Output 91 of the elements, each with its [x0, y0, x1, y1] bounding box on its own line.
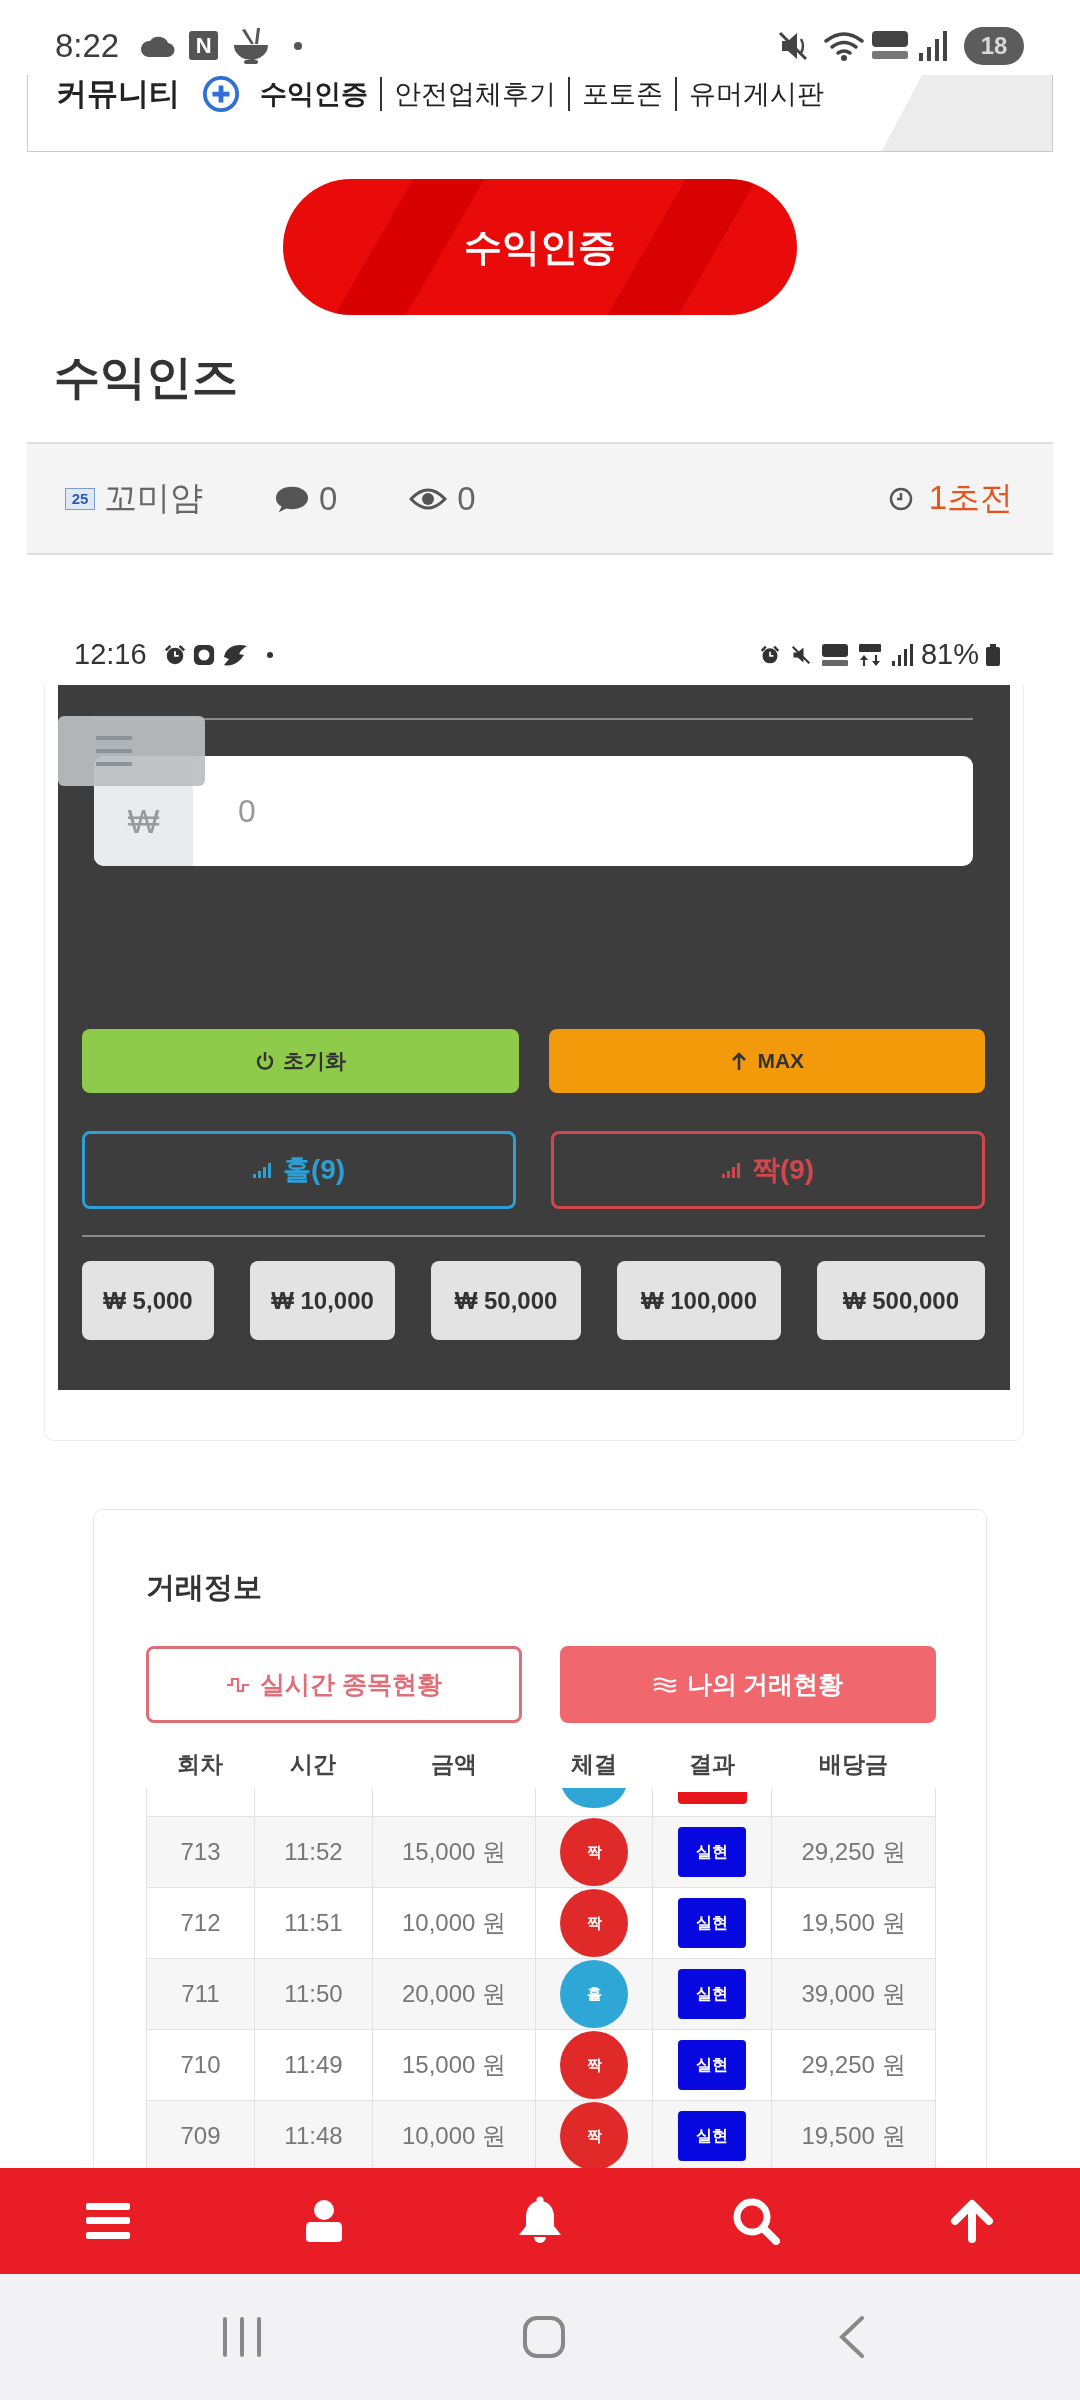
app-badge: N [189, 31, 219, 60]
result-badge: 실현 [678, 2111, 746, 2161]
alarm-icon [759, 644, 780, 665]
hd-voice-icon [872, 30, 908, 61]
pick-marker: 짝 [560, 1818, 628, 1886]
reset-button[interactable]: 초기화 [82, 1029, 519, 1093]
column-header: 결과 [687, 1750, 736, 1779]
table-cell: 11:49 [254, 2029, 372, 2100]
board-link[interactable]: 유머게시판 [689, 75, 824, 112]
pick-marker: 짝 [560, 2102, 628, 2170]
table-cell: 11:50 [254, 1958, 372, 2029]
column-header: 회차 [176, 1750, 224, 1779]
max-button[interactable]: MAX [548, 1029, 985, 1093]
menu-icon[interactable] [86, 2203, 130, 2239]
board-link[interactable]: 포토존 [582, 75, 663, 112]
table-cell: 712 [146, 1887, 254, 1958]
bowl-icon [232, 26, 271, 65]
dot-icon [294, 41, 303, 50]
section-title: 거래정보 [146, 1570, 262, 1605]
bell-icon[interactable] [517, 2196, 563, 2246]
result-badge: 실현 [678, 1898, 746, 1948]
power-icon [254, 1051, 275, 1071]
signal-bars-icon [721, 1162, 742, 1178]
table-cell: 711 [146, 1958, 254, 2029]
table-cell: 15,000 원 [372, 1816, 535, 1887]
board-nav-label: 커뮤니티 [56, 75, 180, 112]
comment-count: 0 [319, 479, 338, 518]
arrow-up-icon[interactable] [950, 2199, 994, 2243]
table-cell: 19,500 원 [771, 1887, 936, 1958]
lte-icon [856, 643, 883, 666]
mute-icon [790, 644, 811, 665]
column-header: 시간 [289, 1750, 337, 1779]
column-header: 금액 [429, 1750, 478, 1779]
board-link[interactable]: 수익인증 [260, 75, 368, 112]
column-header: 배당금 [818, 1750, 889, 1779]
level-badge: 25 [65, 487, 95, 510]
table-cell: 710 [146, 2029, 254, 2100]
alarm-icon [163, 643, 186, 666]
amount-chip[interactable]: ₩ 50,000 [431, 1261, 581, 1340]
table-cell: 713 [146, 1816, 254, 1887]
view-count: 0 [457, 479, 476, 518]
amount-chip[interactable]: ₩ 500,000 [817, 1261, 985, 1340]
table-cell: 11:52 [254, 1816, 372, 1887]
board-link[interactable]: 안전업체후기 [394, 75, 556, 112]
status-time: 12:16 [74, 638, 147, 671]
table-cell: 10,000 원 [372, 1887, 535, 1958]
user-icon[interactable] [306, 2200, 342, 2242]
table-cell: 39,000 원 [771, 1958, 936, 2029]
table-cell: 15,000 원 [372, 2029, 535, 2100]
lines-icon [652, 1674, 677, 1695]
square-ring-icon [192, 643, 215, 666]
result-badge: 실현 [678, 1969, 746, 2019]
leaf-icon [221, 642, 248, 667]
amount-chip[interactable]: ₩ 5,000 [82, 1261, 214, 1340]
clock-icon [888, 486, 913, 511]
battery-percent: 81% [920, 638, 979, 671]
hd-voice-icon [821, 643, 848, 666]
status-time: 8:22 [55, 26, 120, 65]
table-cell: 11:51 [254, 1887, 372, 1958]
table-cell: 29,250 원 [771, 2029, 936, 2100]
pick-marker: 짝 [560, 1889, 628, 1957]
amount-value: 0 [238, 792, 256, 830]
wifi-icon [823, 29, 865, 62]
table-cell: 29,250 원 [771, 1816, 936, 1887]
back-icon[interactable] [839, 2315, 865, 2359]
battery-indicator: 18 [964, 26, 1024, 65]
signal-bars-icon [252, 1162, 273, 1178]
bet-option-button[interactable]: 홀(9) [82, 1131, 516, 1209]
home-icon[interactable] [522, 2315, 566, 2359]
category-button[interactable]: 수익인증 [283, 179, 797, 315]
author-name[interactable]: 꼬미얌 [104, 476, 203, 521]
signal-icon [891, 643, 914, 666]
dot-icon [266, 651, 273, 658]
post-title: 수익인즈 [54, 352, 238, 402]
result-badge: 실현 [678, 1827, 746, 1877]
eye-icon [409, 486, 448, 511]
post-time: 1초전 [928, 478, 1013, 518]
column-header: 체결 [569, 1750, 618, 1779]
pick-marker: 홀 [560, 1960, 628, 2028]
pick-marker: 짝 [560, 2031, 628, 2099]
result-badge: 실현 [678, 2040, 746, 2090]
signal-icon [919, 30, 947, 61]
mute-icon [777, 29, 809, 62]
amount-chip[interactable]: ₩ 100,000 [617, 1261, 781, 1340]
search-icon[interactable] [732, 2197, 780, 2245]
battery-icon [986, 643, 1000, 666]
table-cell: 20,000 원 [372, 1958, 535, 2029]
recents-icon[interactable] [222, 2316, 262, 2358]
plus-circle-icon[interactable] [202, 74, 240, 113]
menu-icon [95, 736, 132, 766]
amount-chip[interactable]: ₩ 10,000 [250, 1261, 395, 1340]
